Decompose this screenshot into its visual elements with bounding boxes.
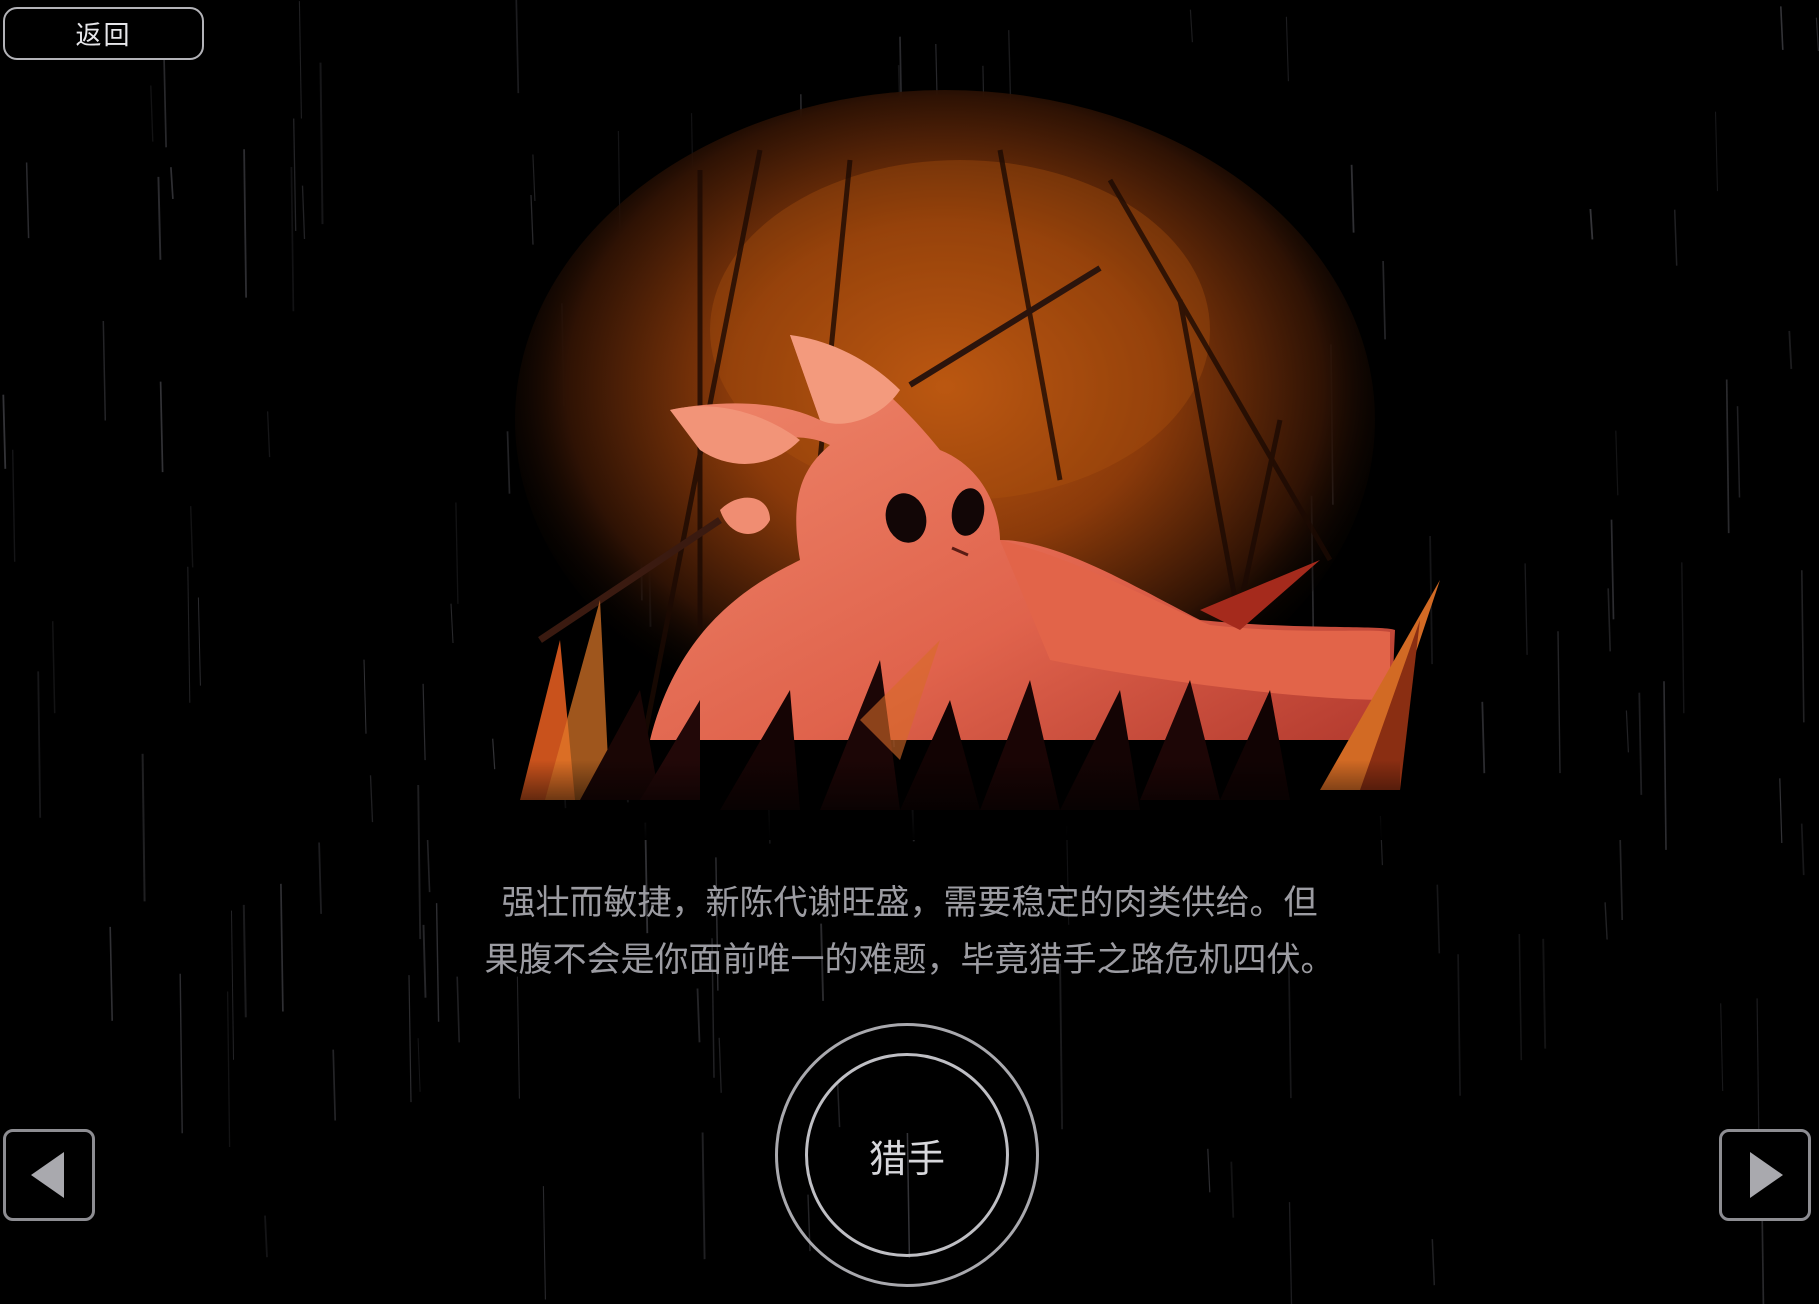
triangle-right-icon [1750,1152,1783,1198]
previous-class-button[interactable] [3,1129,95,1221]
triangle-left-icon [31,1152,64,1198]
description-line-2: 果腹不会是你面前唯一的难题，毕竟猎手之路危机四伏。 [484,940,1335,980]
class-name-label: 猎手 [868,1136,945,1181]
select-class-button[interactable]: 猎手 [775,1023,1039,1287]
back-button[interactable]: 返回 [3,7,204,60]
next-class-button[interactable] [1719,1129,1811,1221]
class-description: 强壮而敏捷，新陈代谢旺盛，需要稳定的肉类供给。但 果腹不会是你面前唯一的难题，毕… [380,875,1439,989]
description-line-1: 强壮而敏捷，新陈代谢旺盛，需要稳定的肉类供给。但 [501,883,1318,923]
